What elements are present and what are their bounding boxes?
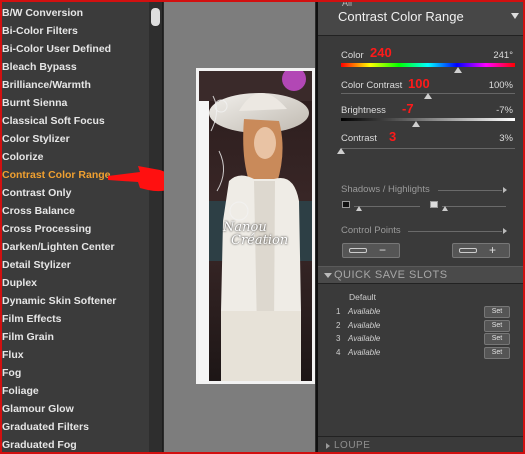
contrast-slider-knob[interactable] bbox=[337, 148, 345, 154]
section-divider bbox=[438, 190, 502, 191]
brightness-value: -7% bbox=[496, 105, 513, 116]
brightness-label: Brightness bbox=[341, 105, 386, 116]
add-control-point-button[interactable]: + bbox=[452, 243, 510, 258]
quick-save-slots-header[interactable]: QUICK SAVE SLOTS bbox=[318, 266, 525, 284]
filter-item[interactable]: Flux bbox=[0, 346, 148, 364]
panel-header: All Contrast Color Range bbox=[318, 0, 525, 36]
slot-number: 3 bbox=[336, 334, 341, 343]
highlights-slider[interactable] bbox=[442, 206, 506, 207]
control-point-icon bbox=[459, 248, 477, 253]
slot-number: 4 bbox=[336, 347, 341, 357]
slot-status: Available bbox=[348, 347, 381, 357]
slot-set-button[interactable]: Set bbox=[484, 306, 510, 318]
filter-item[interactable]: Classical Soft Focus bbox=[0, 112, 148, 130]
loupe-header[interactable]: LOUPE bbox=[318, 436, 525, 454]
color-slider[interactable] bbox=[341, 63, 515, 67]
scrollbar-thumb[interactable] bbox=[151, 8, 160, 26]
shadows-slider[interactable] bbox=[354, 206, 420, 207]
quick-save-slot[interactable]: 1 Available Set bbox=[336, 306, 516, 319]
contrast-annotation: 3 bbox=[389, 129, 397, 144]
filter-item[interactable]: Dynamic Skin Softener bbox=[0, 292, 148, 310]
slot-number: 1 bbox=[336, 307, 341, 316]
loupe-title: LOUPE bbox=[334, 440, 371, 451]
slot-number: 2 bbox=[336, 320, 341, 330]
shadows-swatch[interactable] bbox=[342, 201, 350, 208]
filter-item[interactable]: Glamour Glow bbox=[0, 400, 148, 418]
filter-settings-panel: All Contrast Color Range Color 240 241° … bbox=[316, 0, 525, 454]
color-contrast-value: 100% bbox=[488, 80, 513, 91]
filter-item[interactable]: Film Grain bbox=[0, 328, 148, 346]
color-value: 241° bbox=[493, 50, 513, 61]
color-contrast-slider-knob[interactable] bbox=[424, 93, 432, 99]
filter-item[interactable]: Duplex bbox=[0, 274, 148, 292]
default-slot-label: Default bbox=[349, 292, 376, 302]
filter-item[interactable]: Darken/Lighten Center bbox=[0, 238, 148, 256]
shadows-highlights-label[interactable]: Shadows / Highlights bbox=[341, 184, 430, 195]
color-contrast-label: Color Contrast bbox=[341, 80, 403, 91]
chevron-down-icon[interactable] bbox=[511, 13, 519, 19]
panel-category-label: All bbox=[342, 0, 353, 8]
section-divider bbox=[408, 231, 502, 232]
slot-status: Available bbox=[348, 307, 381, 316]
minus-icon: − bbox=[379, 243, 387, 257]
highlights-swatch[interactable] bbox=[430, 201, 438, 208]
filter-item[interactable]: Fog bbox=[0, 364, 148, 382]
slot-set-button[interactable]: Set bbox=[484, 346, 510, 359]
brightness-slider-knob[interactable] bbox=[411, 121, 420, 127]
preview-image[interactable]: Nanou Création bbox=[196, 68, 315, 384]
filter-item[interactable]: B/W Conversion bbox=[0, 4, 148, 22]
expand-arrow-icon[interactable] bbox=[503, 228, 507, 234]
contrast-label: Contrast bbox=[341, 133, 377, 144]
filter-item[interactable]: Colorize bbox=[0, 148, 148, 166]
color-contrast-annotation: 100 bbox=[408, 76, 430, 91]
filter-item[interactable]: Graduated Filters bbox=[0, 418, 148, 436]
quick-save-slot[interactable]: 4 Available Set bbox=[336, 346, 516, 360]
collapse-arrow-icon bbox=[324, 273, 332, 278]
filter-item[interactable]: Burnt Sienna bbox=[0, 94, 148, 112]
filter-item[interactable]: Cross Processing bbox=[0, 220, 148, 238]
filter-item[interactable]: Brilliance/Warmth bbox=[0, 76, 148, 94]
filter-item[interactable]: Bi-Color Filters bbox=[0, 22, 148, 40]
expand-arrow-icon[interactable] bbox=[503, 187, 507, 193]
color-annotation: 240 bbox=[370, 45, 392, 60]
color-slider-knob[interactable] bbox=[453, 67, 462, 73]
filter-item[interactable]: Foliage bbox=[0, 382, 148, 400]
filter-item[interactable]: Detail Stylizer bbox=[0, 256, 148, 274]
color-label: Color bbox=[341, 50, 364, 61]
watermark: Nanou Création bbox=[223, 221, 293, 247]
slot-status: Available bbox=[348, 334, 381, 343]
shadows-slider-knob[interactable] bbox=[356, 206, 362, 211]
filter-item[interactable]: Film Effects bbox=[0, 310, 148, 328]
plus-icon: + bbox=[489, 243, 497, 257]
filter-list-scrollbar[interactable] bbox=[149, 2, 162, 452]
filter-item[interactable]: Graduated Fog bbox=[0, 436, 148, 454]
slot-set-button[interactable]: Set bbox=[484, 319, 510, 332]
control-points-label[interactable]: Control Points bbox=[341, 225, 401, 236]
control-point-icon bbox=[349, 248, 367, 253]
filter-item[interactable]: Bleach Bypass bbox=[0, 58, 148, 76]
contrast-value: 3% bbox=[499, 133, 513, 144]
filter-item[interactable]: Bi-Color User Defined bbox=[0, 40, 148, 58]
filter-item[interactable]: Cross Balance bbox=[0, 202, 148, 220]
quick-save-slot[interactable]: 3 Available Set bbox=[336, 333, 516, 346]
panel-title[interactable]: Contrast Color Range bbox=[338, 9, 464, 24]
quick-save-slot[interactable]: 2 Available Set bbox=[336, 319, 516, 333]
filter-list: B/W Conversion Bi-Color Filters Bi-Color U… bbox=[0, 0, 175, 454]
filter-item[interactable]: Color Stylizer bbox=[0, 130, 148, 148]
contrast-slider[interactable] bbox=[341, 148, 515, 149]
brightness-slider[interactable] bbox=[341, 118, 515, 121]
slot-set-button[interactable]: Set bbox=[484, 333, 510, 345]
slot-status: Available bbox=[348, 320, 381, 330]
expand-arrow-icon bbox=[326, 443, 330, 449]
remove-control-point-button[interactable]: − bbox=[342, 243, 400, 258]
brightness-annotation: -7 bbox=[402, 101, 414, 116]
highlights-slider-knob[interactable] bbox=[442, 206, 448, 211]
quick-save-slots-title: QUICK SAVE SLOTS bbox=[334, 269, 448, 281]
watermark-line-2: Création bbox=[231, 233, 289, 248]
